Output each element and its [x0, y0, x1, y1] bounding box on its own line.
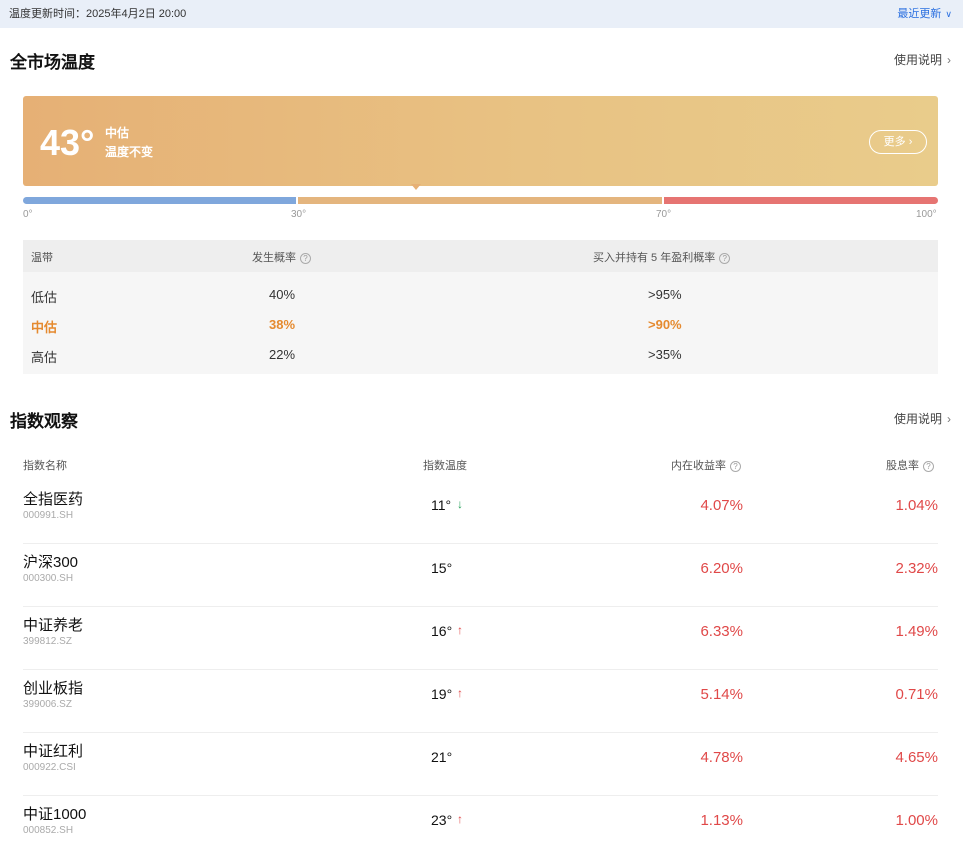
index-name: 全指医药 [23, 491, 84, 508]
help-icon[interactable]: ? [730, 460, 741, 472]
index-dividend: 1.00% [895, 812, 938, 829]
column-header-probability: 发生概率? [252, 249, 311, 265]
arrow-up-icon: ↑ [457, 812, 463, 826]
column-header-band: 温带 [31, 252, 53, 264]
index-help-link[interactable]: 使用说明 › [894, 410, 951, 427]
help-icon[interactable]: ? [300, 252, 311, 264]
column-header-label: 买入并持有 5 年盈利概率 [593, 252, 716, 264]
market-temperature-title: 全市场温度 [10, 53, 95, 72]
help-icon[interactable]: ? [923, 460, 934, 472]
index-name: 中证红利 [23, 743, 84, 760]
temperature-band: 中估 [105, 126, 130, 140]
index-name: 中证养老 [23, 617, 84, 634]
band-probability-table: 温带 发生概率? 买入并持有 5 年盈利概率? 低估 40% >95% 中估 3… [23, 240, 938, 374]
index-code: 000991.SH [23, 510, 74, 521]
index-temperature: 11° [431, 497, 452, 513]
table-row[interactable]: 中证红利 000922.CSI 21° 4.78% 4.65% [23, 733, 938, 796]
update-bar: 温度更新时间：2025年4月2日 20:00 最近更新 ∨ [0, 0, 963, 28]
help-label: 使用说明 [893, 53, 942, 67]
band-probability: 40% [269, 287, 296, 302]
temperature-pointer-icon [411, 184, 422, 190]
index-code: 000922.CSI [23, 762, 76, 773]
chevron-down-icon: ∨ [945, 9, 952, 19]
band-profit-probability: >90% [648, 317, 682, 332]
scale-tick: 30° [291, 209, 307, 220]
index-name: 沪深300 [23, 554, 79, 571]
temperature-scale [23, 197, 938, 204]
band-probability: 22% [269, 347, 296, 362]
index-dividend: 1.49% [895, 623, 938, 640]
index-observation-title: 指数观察 [10, 412, 78, 431]
index-temperature: 23° [431, 812, 453, 828]
temperature-change: 温度不变 [105, 145, 154, 159]
latest-update-button[interactable]: 最近更新 ∨ [897, 5, 952, 21]
index-code: 000852.SH [23, 825, 74, 836]
index-code: 399812.SZ [23, 636, 72, 647]
table-row[interactable]: 创业板指 399006.SZ 19° ↑ 5.14% 0.71% [23, 670, 938, 733]
column-header-index-temp: 指数温度 [423, 460, 467, 472]
more-label: 更多 [883, 136, 906, 148]
more-button[interactable]: 更多 › [869, 130, 927, 154]
index-temperature: 15° [431, 560, 453, 576]
band-name: 高估 [31, 350, 58, 365]
index-temperature: 21° [431, 749, 453, 765]
arrow-up-icon: ↑ [457, 623, 463, 637]
index-code: 000300.SH [23, 573, 74, 584]
index-dividend: 4.65% [895, 749, 938, 766]
update-time: 温度更新时间：2025年4月2日 20:00 [9, 8, 187, 20]
scale-tick: 100° [916, 209, 937, 220]
table-row: 高估 22% >35% [23, 339, 938, 369]
index-dividend: 1.04% [895, 497, 938, 514]
band-profit-probability: >35% [648, 347, 682, 362]
index-temperature: 16° [431, 623, 453, 639]
help-icon[interactable]: ? [719, 252, 731, 264]
index-dividend: 2.32% [895, 560, 938, 577]
market-temperature-value: 43° [40, 122, 95, 163]
table-header: 温带 发生概率? 买入并持有 5 年盈利概率? [23, 240, 938, 272]
index-code: 399006.SZ [23, 699, 72, 710]
latest-update-label: 最近更新 [897, 8, 942, 20]
table-row[interactable]: 中证养老 399812.SZ 16° ↑ 6.33% 1.49% [23, 607, 938, 670]
index-name: 创业板指 [23, 680, 84, 697]
column-header-dividend: 股息率? [886, 457, 934, 473]
band-name: 低估 [31, 290, 58, 305]
chevron-right-icon: › [947, 412, 951, 426]
band-name: 中估 [31, 320, 58, 335]
index-yield: 5.14% [700, 686, 743, 703]
table-row: 低估 40% >95% [23, 279, 938, 309]
arrow-up-icon: ↑ [457, 686, 463, 700]
index-yield: 6.33% [700, 623, 743, 640]
help-label: 使用说明 [893, 412, 942, 426]
column-header-profit: 买入并持有 5 年盈利概率? [593, 249, 731, 265]
scale-segment-high [664, 197, 938, 204]
chevron-right-icon: › [947, 53, 951, 67]
market-help-link[interactable]: 使用说明 › [894, 51, 951, 68]
temperature-card: 43° 中估 温度不变 更多 › [23, 96, 938, 186]
column-header-label: 发生概率 [252, 252, 296, 264]
table-row[interactable]: 中证1000 000852.SH 23° ↑ 1.13% 1.00% [23, 796, 938, 842]
table-row[interactable]: 沪深300 000300.SH 15° 6.20% 2.32% [23, 544, 938, 607]
column-header-label: 股息率 [886, 460, 919, 472]
index-yield: 4.07% [700, 497, 743, 514]
scale-segment-mid [298, 197, 662, 204]
chevron-right-icon: › [908, 136, 913, 148]
scale-tick: 0° [23, 209, 33, 220]
column-header-index-name: 指数名称 [23, 460, 67, 472]
index-name: 中证1000 [23, 806, 87, 823]
arrow-down-icon: ↓ [457, 497, 463, 511]
index-yield: 4.78% [700, 749, 743, 766]
scale-segment-low [23, 197, 296, 204]
index-temperature: 19° [431, 686, 453, 702]
scale-tick: 70° [656, 209, 672, 220]
table-row: 中估 38% >90% [23, 309, 938, 339]
column-header-label: 内在收益率 [671, 460, 726, 472]
column-header-yield: 内在收益率? [671, 457, 741, 473]
band-probability: 38% [269, 317, 296, 332]
index-dividend: 0.71% [895, 686, 938, 703]
band-profit-probability: >95% [648, 287, 682, 302]
table-row[interactable]: 全指医药 000991.SH 11° ↓ 4.07% 1.04% [23, 481, 938, 544]
index-yield: 6.20% [700, 560, 743, 577]
index-yield: 1.13% [700, 812, 743, 829]
